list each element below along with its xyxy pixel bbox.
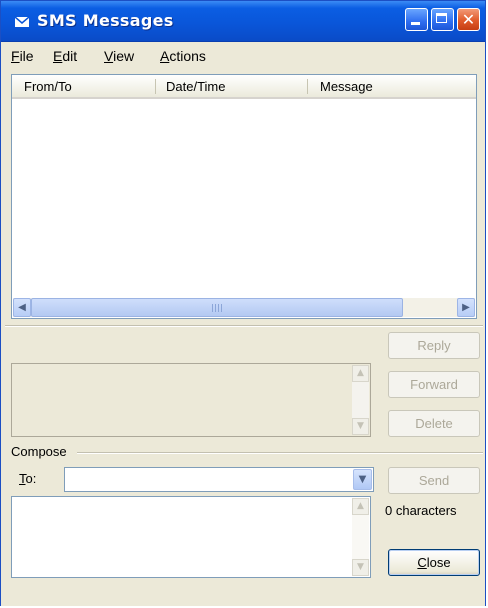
column-divider[interactable] (155, 79, 156, 94)
close-button[interactable]: Close (388, 549, 480, 576)
send-button[interactable]: Send (388, 467, 480, 494)
status-bar (1, 587, 485, 606)
menu-edit[interactable]: Edit (53, 48, 77, 64)
character-count: 0 characters (385, 503, 457, 518)
sms-messages-window: SMS Messages ✕ File Edit View Actions Fr… (0, 0, 486, 606)
close-window-button[interactable]: ✕ (457, 8, 480, 31)
window-title: SMS Messages (37, 11, 174, 30)
minimize-icon (411, 22, 420, 25)
compose-group-label: Compose (11, 444, 67, 459)
chevron-down-icon: ▼ (358, 474, 367, 485)
dropdown-button[interactable]: ▼ (353, 469, 372, 490)
menu-actions[interactable]: Actions (160, 48, 206, 64)
splitter[interactable] (5, 325, 483, 327)
message-preview[interactable]: ▲ ▼ (11, 363, 371, 437)
message-list[interactable]: From/To Date/Time Message ◀ ▶ (11, 74, 477, 319)
recipient-combobox[interactable]: ▼ (64, 467, 374, 492)
scroll-right-button[interactable]: ▶ (457, 298, 475, 317)
close-label-rest: lose (426, 555, 451, 570)
scroll-up-button[interactable]: ▲ (352, 365, 369, 382)
menu-bar: File Edit View Actions (5, 44, 483, 68)
column-header-message[interactable]: Message (320, 79, 373, 94)
maximize-button[interactable] (431, 8, 454, 31)
scrollbar-thumb[interactable] (31, 298, 403, 317)
column-header-date-time[interactable]: Date/Time (166, 79, 225, 94)
grip-icon (212, 304, 222, 312)
scroll-left-button[interactable]: ◀ (13, 298, 31, 317)
scroll-down-button[interactable]: ▼ (352, 559, 369, 576)
reply-button[interactable]: Reply (388, 332, 480, 359)
title-bar[interactable]: SMS Messages ✕ (1, 1, 485, 42)
scroll-down-button[interactable]: ▼ (352, 418, 369, 435)
scroll-up-button[interactable]: ▲ (352, 498, 369, 515)
minimize-button[interactable] (405, 8, 428, 31)
horizontal-scrollbar[interactable]: ◀ ▶ (13, 298, 475, 317)
compose-divider (77, 452, 483, 454)
list-header: From/To Date/Time Message (12, 75, 476, 99)
column-header-from-to[interactable]: From/To (24, 79, 72, 94)
menu-file[interactable]: File (11, 48, 34, 64)
close-accel: C (417, 555, 427, 570)
message-text-input[interactable]: ▲ ▼ (11, 496, 371, 578)
maximize-icon (436, 13, 447, 23)
column-divider[interactable] (307, 79, 308, 94)
forward-button[interactable]: Forward (388, 371, 480, 398)
delete-button[interactable]: Delete (388, 410, 480, 437)
close-icon: ✕ (461, 10, 476, 29)
menu-view[interactable]: View (104, 48, 134, 64)
vertical-scrollbar[interactable]: ▲ ▼ (352, 498, 369, 576)
to-label: To: (19, 471, 37, 486)
envelope-icon (15, 17, 29, 27)
vertical-scrollbar[interactable]: ▲ ▼ (352, 365, 369, 435)
